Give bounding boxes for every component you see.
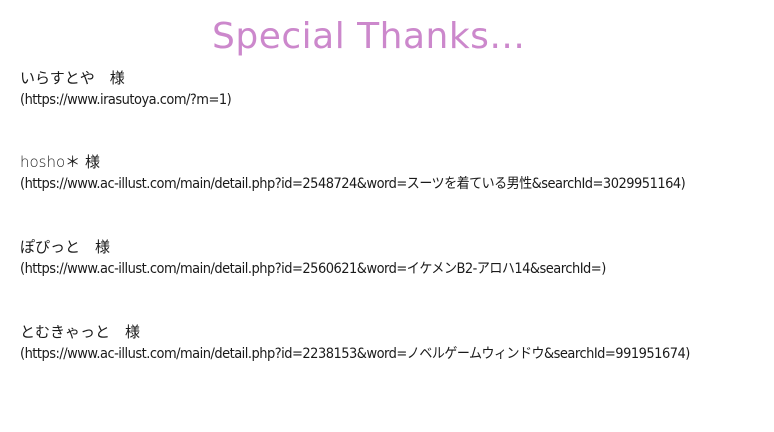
credit-url: (https://www.irasutoya.com/?m=1) (20, 92, 232, 108)
page-title: Special Thanks... (212, 16, 526, 57)
credit-entry-popitto: ぽぴっと 様 (https://www.ac-illust.com/main/d… (20, 236, 770, 280)
credit-entry-hosho: hosho＊ 様 (https://www.ac-illust.com/main… (20, 151, 770, 195)
credit-entry-tomucat: とむきゃっと 様 (https://www.ac-illust.com/main… (20, 321, 770, 365)
credit-name: いらすとや 様 (20, 69, 125, 87)
credit-url: (https://www.ac-illust.com/main/detail.p… (20, 346, 690, 362)
credit-url: (https://www.ac-illust.com/main/detail.p… (20, 261, 606, 277)
credit-name: ぽぴっと 様 (20, 238, 111, 256)
credit-entry-irasutoya: いらすとや 様 (https://www.irasutoya.com/?m=1) (20, 67, 770, 111)
credit-name: hosho＊ 様 (20, 153, 100, 171)
credit-url: (https://www.ac-illust.com/main/detail.p… (20, 176, 686, 192)
credit-name: とむきゃっと 様 (20, 323, 141, 341)
